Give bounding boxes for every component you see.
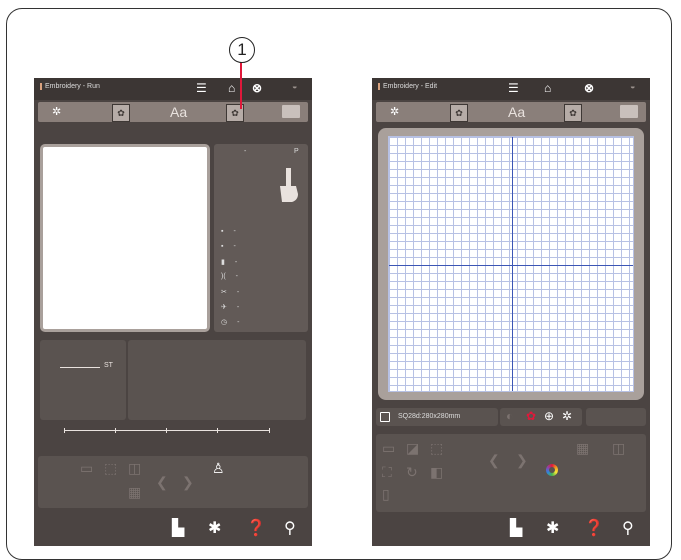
info-row: ▪ - bbox=[221, 243, 236, 250]
home-icon[interactable]: ⌂ bbox=[228, 81, 235, 95]
jk-logo-icon[interactable]: ⊗ bbox=[584, 81, 594, 95]
collapse-icon[interactable] bbox=[282, 105, 300, 118]
design-icon[interactable]: ✲ bbox=[52, 104, 61, 120]
edit-tools-panel: ▭ ◪ ⬚ ⛶ ↻ ◧ ▯ ❮ ❯ ▦ ◫ bbox=[376, 434, 646, 512]
embroidery-edit-screen: Embroidery - Edit ☰ ⌂ ⊗ ◒ ✲ ✿ Aa ✿ SQ28d… bbox=[372, 78, 650, 546]
arrange-icon: ▦ bbox=[576, 440, 590, 456]
rotate-icon: ↻ bbox=[406, 464, 418, 480]
color-list-panel[interactable] bbox=[128, 340, 306, 420]
zoom-out-icon[interactable]: ◐ bbox=[506, 409, 513, 423]
arrow-icon: ❮ bbox=[156, 474, 168, 490]
align-icon: ◫ bbox=[612, 440, 626, 456]
arrow-icon: ❯ bbox=[182, 474, 194, 490]
info-row: ◷ - bbox=[221, 319, 240, 326]
group-icon: ⬚ bbox=[430, 440, 444, 456]
help-icon[interactable]: ❓ bbox=[584, 518, 604, 538]
resize-icon: ⛶ bbox=[382, 464, 392, 480]
info-panel: - P ▪ - ▪ - ▮ - )(- ✂ - ✈ - ◷ - bbox=[214, 144, 308, 332]
zoom-panel: ◐ ✿ ⊕ ✲ bbox=[500, 408, 582, 426]
editing-grid[interactable] bbox=[388, 136, 634, 392]
presser-foot-icon bbox=[280, 168, 298, 202]
scale-tick bbox=[115, 428, 116, 433]
design-icon[interactable]: ✲ bbox=[390, 104, 399, 120]
scale-tick bbox=[269, 428, 270, 433]
thread-label: ST bbox=[104, 362, 113, 369]
home-icon[interactable]: ⌂ bbox=[544, 81, 551, 95]
center-axis-horizontal bbox=[389, 265, 633, 266]
copy-icon: ◪ bbox=[406, 440, 420, 456]
arrow-icon: ❯ bbox=[516, 452, 528, 468]
edit-pattern-icon[interactable]: ✿ bbox=[564, 104, 582, 122]
flip-icon: ◧ bbox=[430, 464, 444, 480]
hoop-label: SQ28d:280x280mm bbox=[398, 413, 461, 420]
pattern-preview-icon[interactable]: ✿ bbox=[526, 409, 536, 423]
wrench-icon[interactable]: ⚲ bbox=[622, 518, 634, 538]
help-icon[interactable]: ❓ bbox=[246, 518, 266, 538]
center-axis-vertical bbox=[512, 137, 513, 391]
arrow-icon: ❮ bbox=[488, 452, 500, 468]
grid-icon: ▦ bbox=[128, 484, 142, 500]
trash-icon: ▯ bbox=[382, 486, 390, 502]
callout-number: 1 bbox=[229, 37, 255, 63]
menu-icon[interactable]: ☰ bbox=[196, 81, 207, 95]
collapse-icon[interactable] bbox=[620, 105, 638, 118]
status-bar: Embroidery - Edit ☰ ⌂ ⊗ ◒ bbox=[372, 78, 650, 100]
machine-icon[interactable]: ▙ bbox=[172, 518, 184, 538]
hoop-checkbox[interactable] bbox=[380, 412, 390, 422]
info-row: )(- bbox=[221, 273, 239, 280]
screen-title: Embroidery - Edit bbox=[378, 83, 437, 90]
thread-line bbox=[60, 367, 100, 368]
font-icon[interactable]: Aa bbox=[508, 104, 525, 120]
layout-panel[interactable] bbox=[586, 408, 646, 426]
stitch-progress-scale bbox=[64, 430, 270, 431]
presser-foot-button-icon[interactable]: ♙ bbox=[212, 460, 225, 477]
built-in-pattern-icon[interactable]: ✿ bbox=[112, 104, 130, 122]
font-icon[interactable]: Aa bbox=[170, 104, 187, 120]
thread-panel[interactable]: ST bbox=[40, 340, 126, 420]
info-row: ▪ - bbox=[221, 228, 236, 235]
toolbar: ✲ ✿ Aa ✿ bbox=[376, 102, 646, 122]
built-in-pattern-icon[interactable]: ✿ bbox=[450, 104, 468, 122]
info-row: ✈ - bbox=[221, 304, 240, 311]
delete-icon: ▭ bbox=[382, 440, 396, 456]
move-icon: ◫ bbox=[128, 460, 142, 476]
settings-icon[interactable]: ✱ bbox=[208, 518, 221, 538]
zoom-fit-icon[interactable]: ✲ bbox=[562, 409, 572, 423]
screen-title: Embroidery - Run bbox=[40, 83, 100, 90]
layout-icon: ▭ bbox=[80, 460, 94, 476]
zoom-in-icon[interactable]: ⊕ bbox=[544, 409, 554, 423]
info-header-left: - bbox=[244, 148, 247, 155]
scale-tick bbox=[64, 428, 65, 433]
color-wheel-icon[interactable] bbox=[546, 464, 558, 476]
design-preview bbox=[40, 144, 210, 332]
info-row: ✂ - bbox=[221, 289, 240, 296]
info-row: ▮ - bbox=[221, 259, 238, 266]
scale-tick bbox=[217, 428, 218, 433]
hoop-frame bbox=[378, 128, 644, 400]
status-bar: Embroidery - Run ☰ ⌂ ⊗ ◒ bbox=[34, 78, 312, 100]
toolbar: ✲ ✿ Aa ✿ bbox=[38, 102, 308, 122]
wifi-icon: ◒ bbox=[292, 81, 298, 91]
jk-logo-icon[interactable]: ⊗ bbox=[252, 81, 262, 95]
scale-tick bbox=[166, 428, 167, 433]
settings-icon[interactable]: ✱ bbox=[546, 518, 559, 538]
menu-icon[interactable]: ☰ bbox=[508, 81, 519, 95]
wifi-icon: ◒ bbox=[630, 81, 636, 91]
embroidery-run-screen: Embroidery - Run ☰ ⌂ ⊗ ◒ ✲ ✿ Aa ✿ - P ▪ -… bbox=[34, 78, 312, 546]
wrench-icon[interactable]: ⚲ bbox=[284, 518, 296, 538]
trace-icon: ⬚ bbox=[104, 460, 118, 476]
machine-icon[interactable]: ▙ bbox=[510, 518, 522, 538]
hoop-selector[interactable]: SQ28d:280x280mm bbox=[376, 408, 498, 426]
callout-line bbox=[240, 61, 242, 109]
info-header-right: P bbox=[294, 148, 299, 155]
control-panel: ▭ ⬚ ◫ ❮ ❯ ▦ bbox=[38, 456, 308, 508]
